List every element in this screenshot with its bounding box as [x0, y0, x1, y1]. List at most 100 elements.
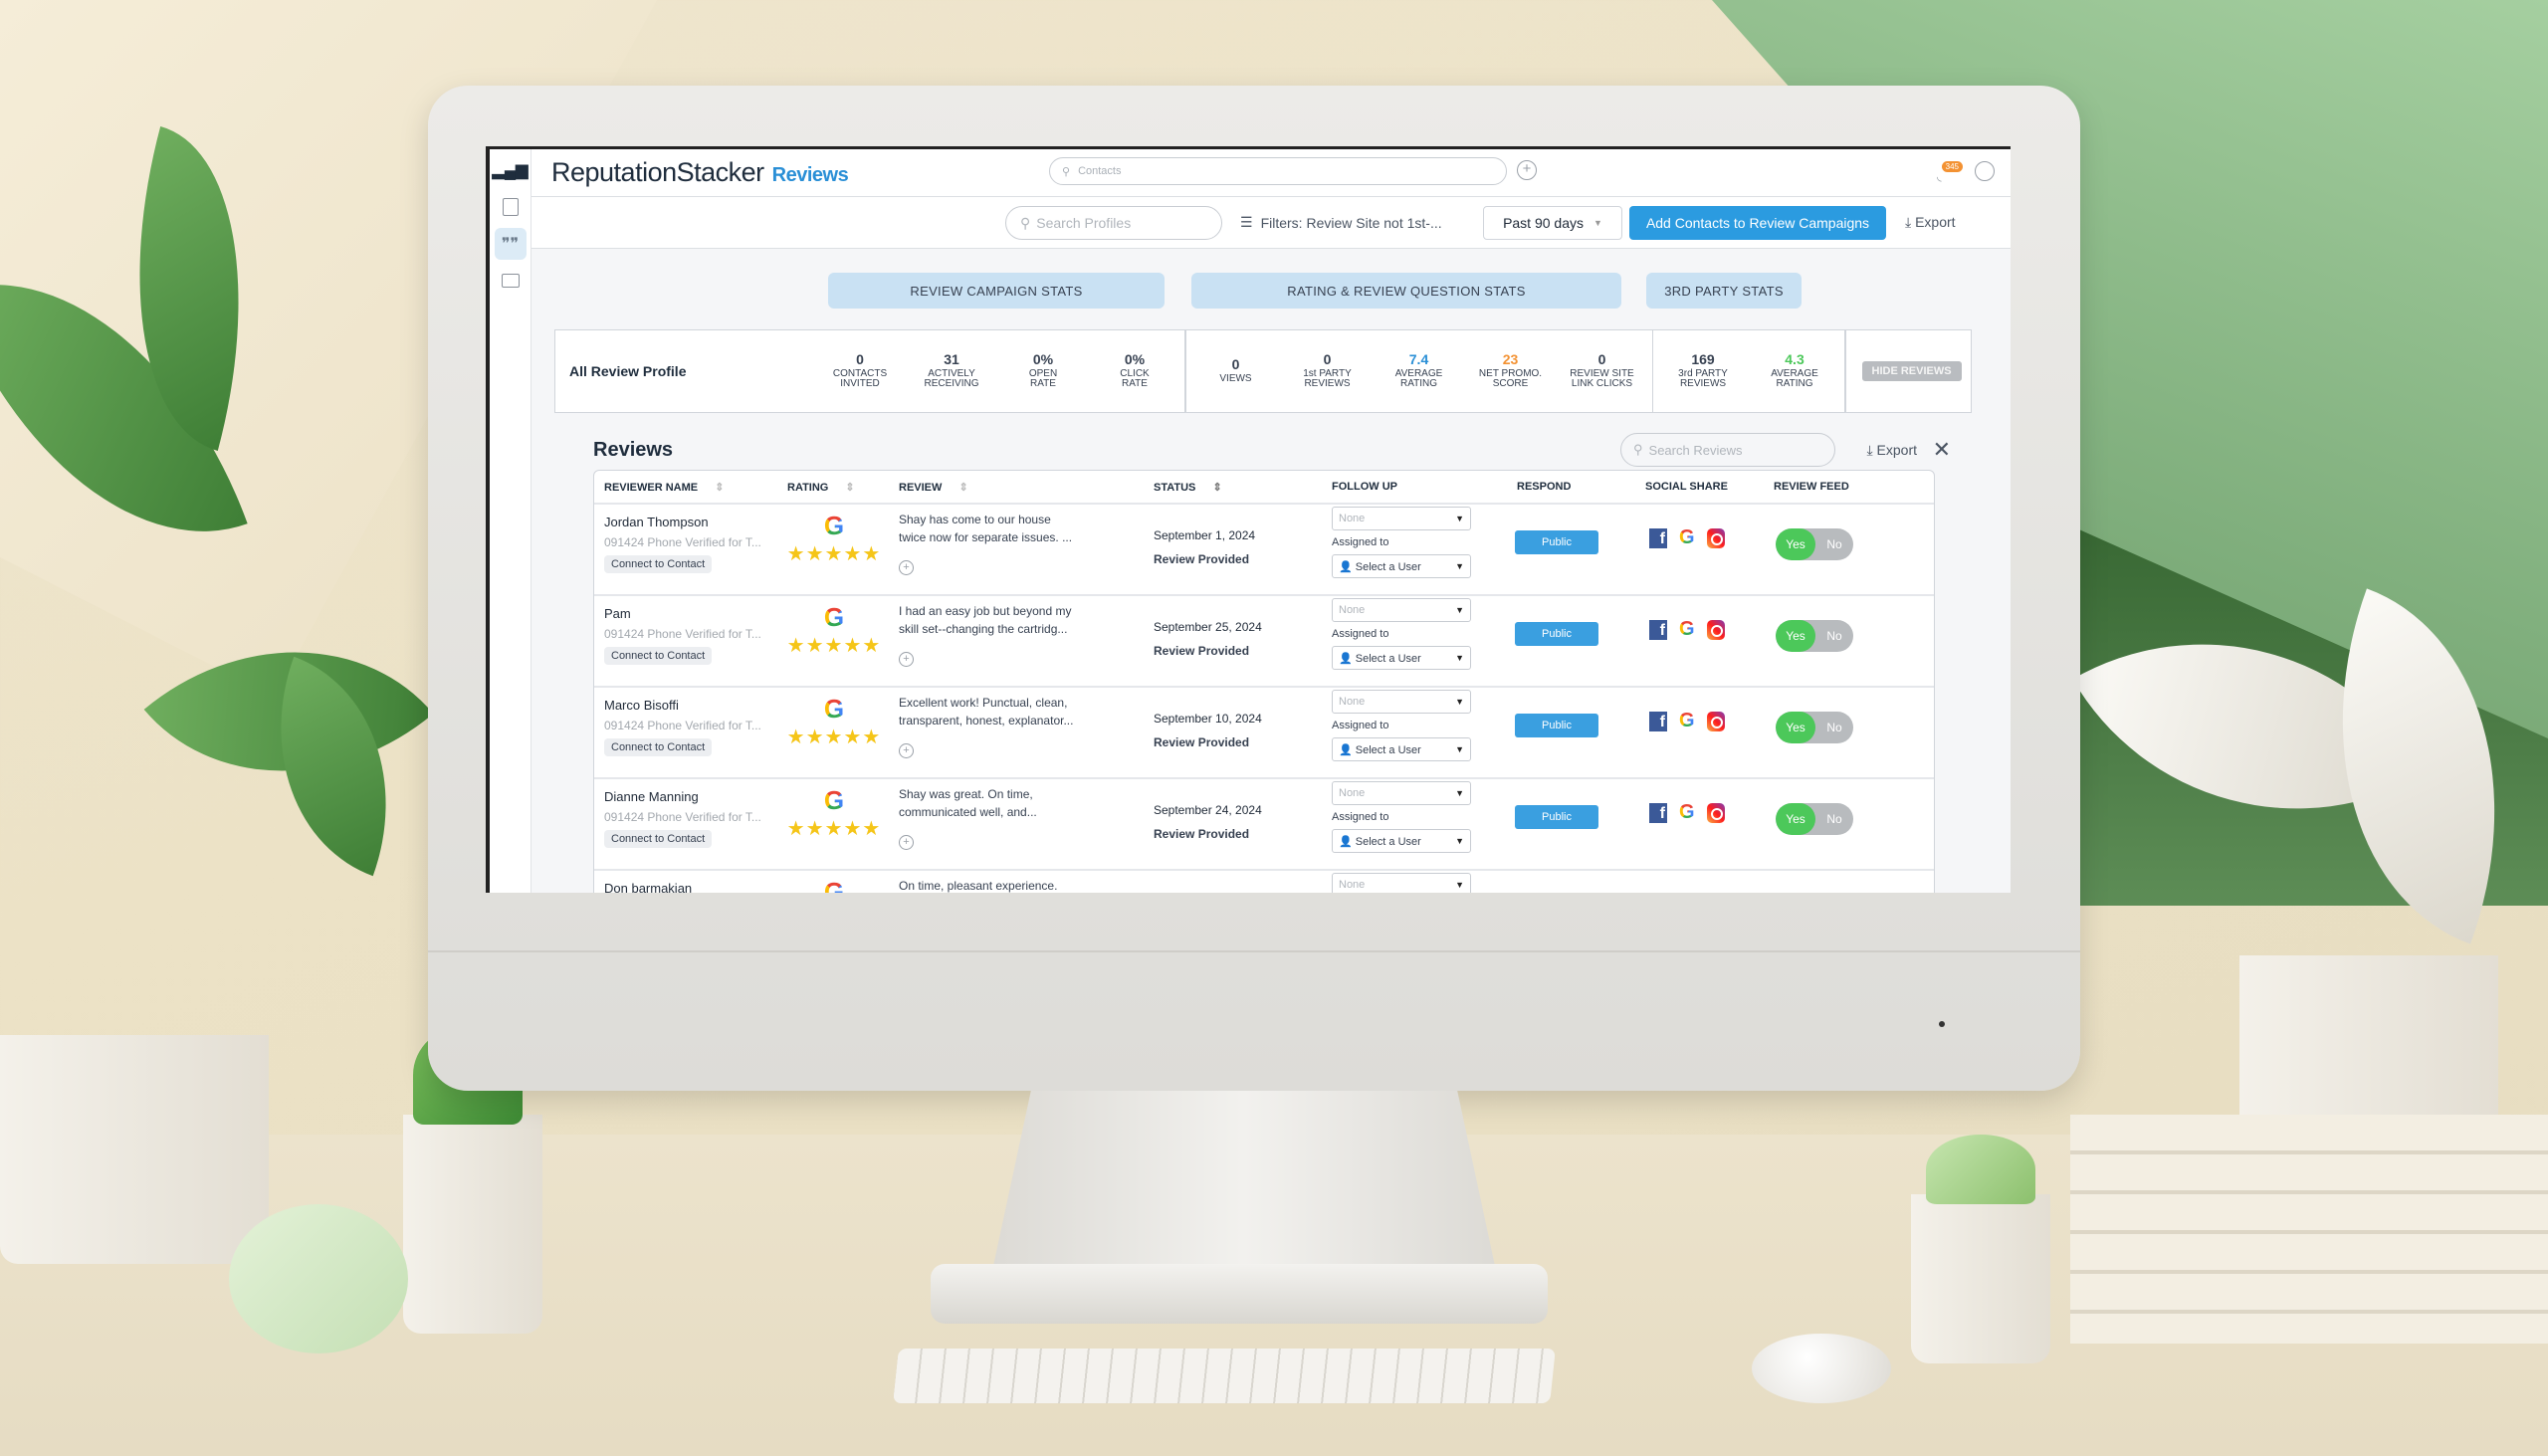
rating-cell: G ★★★★★	[779, 602, 889, 658]
google-share-icon[interactable]: G	[1679, 801, 1695, 824]
sidebar-item-reviews[interactable]: ❞❞	[494, 228, 527, 260]
instagram-icon[interactable]	[1706, 527, 1725, 548]
col-review[interactable]: REVIEW ⇕	[899, 481, 968, 494]
review-feed-toggle[interactable]: Yes No	[1776, 803, 1853, 835]
google-share-icon[interactable]: G	[1679, 526, 1695, 549]
facebook-icon[interactable]: f	[1649, 711, 1667, 731]
public-respond-button[interactable]: Public	[1515, 714, 1598, 737]
main-content: ReputationStacker Reviews ⚲ Contacts + ◟ 34…	[531, 149, 2011, 893]
review-feed-toggle[interactable]: Yes No	[1776, 712, 1853, 743]
review-cell: Excellent work! Punctual, clean, transpa…	[899, 694, 1098, 758]
caret-down-icon: ▼	[1455, 697, 1464, 707]
instagram-icon[interactable]	[1706, 711, 1725, 731]
review-text-line1: On time, pleasant experience.	[899, 879, 1058, 893]
export-label: Export	[1876, 442, 1917, 458]
star-rating: ★★★★★	[786, 635, 882, 657]
follow-up-select[interactable]: None ▼	[1332, 598, 1471, 622]
assigned-to-label: Assigned to	[1332, 720, 1389, 731]
caret-down-icon: ▼	[1593, 218, 1602, 228]
monitor-stand	[990, 1091, 1498, 1280]
col-rating[interactable]: RATING ⇕	[787, 481, 855, 494]
connect-to-contact-button[interactable]: Connect to Contact	[604, 830, 713, 848]
filters-button[interactable]: ☰ Filters: Review Site not 1st-...	[1240, 214, 1442, 231]
export-label: Export	[1915, 214, 1956, 230]
caret-down-icon: ▼	[1455, 744, 1464, 754]
facebook-icon[interactable]: f	[1649, 619, 1667, 640]
google-share-icon[interactable]: G	[1679, 710, 1695, 732]
expand-review-icon[interactable]: +	[899, 652, 914, 667]
monitor-chin-divider	[428, 950, 2080, 952]
contacts-search-placeholder: Contacts	[1078, 165, 1122, 177]
close-icon[interactable]: ✕	[1933, 437, 1951, 463]
assign-user-select[interactable]: 👤 Select a User ▼	[1332, 829, 1471, 853]
col-reviewer-name[interactable]: REVIEWER NAME ⇕	[604, 481, 724, 494]
profile-label: All Review Profile	[569, 363, 687, 379]
table-body: Jordan Thompson 091424 Phone Verified fo…	[594, 505, 1934, 893]
user-profile-icon[interactable]	[1975, 161, 1995, 181]
expand-review-icon[interactable]: +	[899, 560, 914, 575]
notifications-button[interactable]: ◟ 345	[1935, 161, 1963, 183]
download-icon: ⤓	[1866, 442, 1877, 458]
connect-to-contact-button[interactable]: Connect to Contact	[604, 738, 713, 756]
sort-icon: ⇕	[715, 481, 725, 494]
flower	[229, 1204, 408, 1353]
star-rating: ★★★★★	[786, 818, 882, 840]
app-logo[interactable]: ReputationStacker Reviews	[551, 157, 849, 188]
facebook-icon[interactable]: f	[1649, 527, 1667, 548]
google-share-icon[interactable]: G	[1679, 618, 1695, 641]
facebook-icon[interactable]: f	[1649, 802, 1667, 823]
tab-review-campaign-stats[interactable]: REVIEW CAMPAIGN STATS	[828, 273, 1165, 309]
review-text-line1: Shay has come to our house	[899, 513, 1051, 526]
quote-icon: ❞❞	[501, 236, 520, 253]
search-icon: ⚲	[1020, 214, 1031, 231]
period-dropdown[interactable]: Past 90 days ▼	[1483, 206, 1622, 240]
review-feed-toggle[interactable]: Yes No	[1776, 620, 1853, 652]
tab-3rd-party-stats[interactable]: 3RD PARTY STATS	[1646, 273, 1802, 309]
follow-up-select[interactable]: None ▼	[1332, 873, 1471, 893]
reviewer-cell: Marco Bisoffi 091424 Phone Verified for …	[604, 698, 783, 756]
follow-up-select[interactable]: None ▼	[1332, 781, 1471, 805]
expand-review-icon[interactable]: +	[899, 743, 914, 758]
search-reviews-input[interactable]: ⚲ Search Reviews	[1620, 433, 1835, 467]
instagram-icon[interactable]	[1706, 802, 1725, 823]
expand-review-icon[interactable]: +	[899, 835, 914, 850]
divider	[1184, 330, 1186, 412]
export-button[interactable]: ⤓ Export	[1905, 214, 1956, 231]
mouse	[1752, 1334, 1891, 1403]
follow-up-select[interactable]: None ▼	[1332, 507, 1471, 530]
user-icon: 👤	[1339, 560, 1353, 573]
stat-1st-party-reviews: 0 1st PARTY REVIEWS	[1303, 351, 1352, 390]
public-respond-button[interactable]: Public	[1515, 530, 1598, 554]
sidebar-item-dashboard[interactable]: ▂▄▆	[493, 154, 529, 186]
rating-cell: G ★★★★★	[779, 877, 889, 893]
hide-reviews-button[interactable]: HIDE REVIEWS	[1861, 361, 1962, 381]
reviewer-name: Marco Bisoffi	[604, 698, 679, 713]
public-respond-button[interactable]: Public	[1515, 805, 1598, 829]
chat-icon: ◟	[1937, 169, 1942, 183]
contact-card-icon	[502, 198, 519, 216]
contacts-search-input[interactable]: ⚲ Contacts	[1049, 157, 1507, 185]
review-feed-toggle[interactable]: Yes No	[1776, 528, 1853, 560]
sort-icon: ⇕	[1212, 481, 1222, 494]
connect-to-contact-button[interactable]: Connect to Contact	[604, 555, 713, 573]
assign-user-select[interactable]: 👤 Select a User ▼	[1332, 554, 1471, 578]
sidebar-item-contacts[interactable]	[495, 191, 527, 223]
assign-user-select[interactable]: 👤 Select a User ▼	[1332, 646, 1471, 670]
col-status[interactable]: STATUS ⇕	[1154, 481, 1222, 494]
connect-to-contact-button[interactable]: Connect to Contact	[604, 647, 713, 665]
stat-contacts-invited: 0 CONTACTS INVITED	[832, 351, 888, 390]
add-contacts-button[interactable]: Add Contacts to Review Campaigns	[1629, 206, 1886, 240]
reviews-export-button[interactable]: ⤓ Export	[1866, 442, 1917, 459]
search-profiles-input[interactable]: ⚲ Search Profiles	[1005, 206, 1222, 240]
sidebar-item-reports[interactable]	[495, 265, 527, 297]
keyboard	[893, 1349, 1556, 1403]
reviewer-cell: Dianne Manning 091424 Phone Verified for…	[604, 789, 783, 848]
search-profiles-placeholder: Search Profiles	[1036, 215, 1132, 231]
reviewer-name: Don barmakian	[604, 881, 693, 893]
assign-user-select[interactable]: 👤 Select a User ▼	[1332, 737, 1471, 761]
tab-rating-review-question-stats[interactable]: RATING & REVIEW QUESTION STATS	[1191, 273, 1621, 309]
public-respond-button[interactable]: Public	[1515, 622, 1598, 646]
follow-up-select[interactable]: None ▼	[1332, 690, 1471, 714]
instagram-icon[interactable]	[1706, 619, 1725, 640]
add-icon[interactable]: +	[1517, 160, 1537, 180]
